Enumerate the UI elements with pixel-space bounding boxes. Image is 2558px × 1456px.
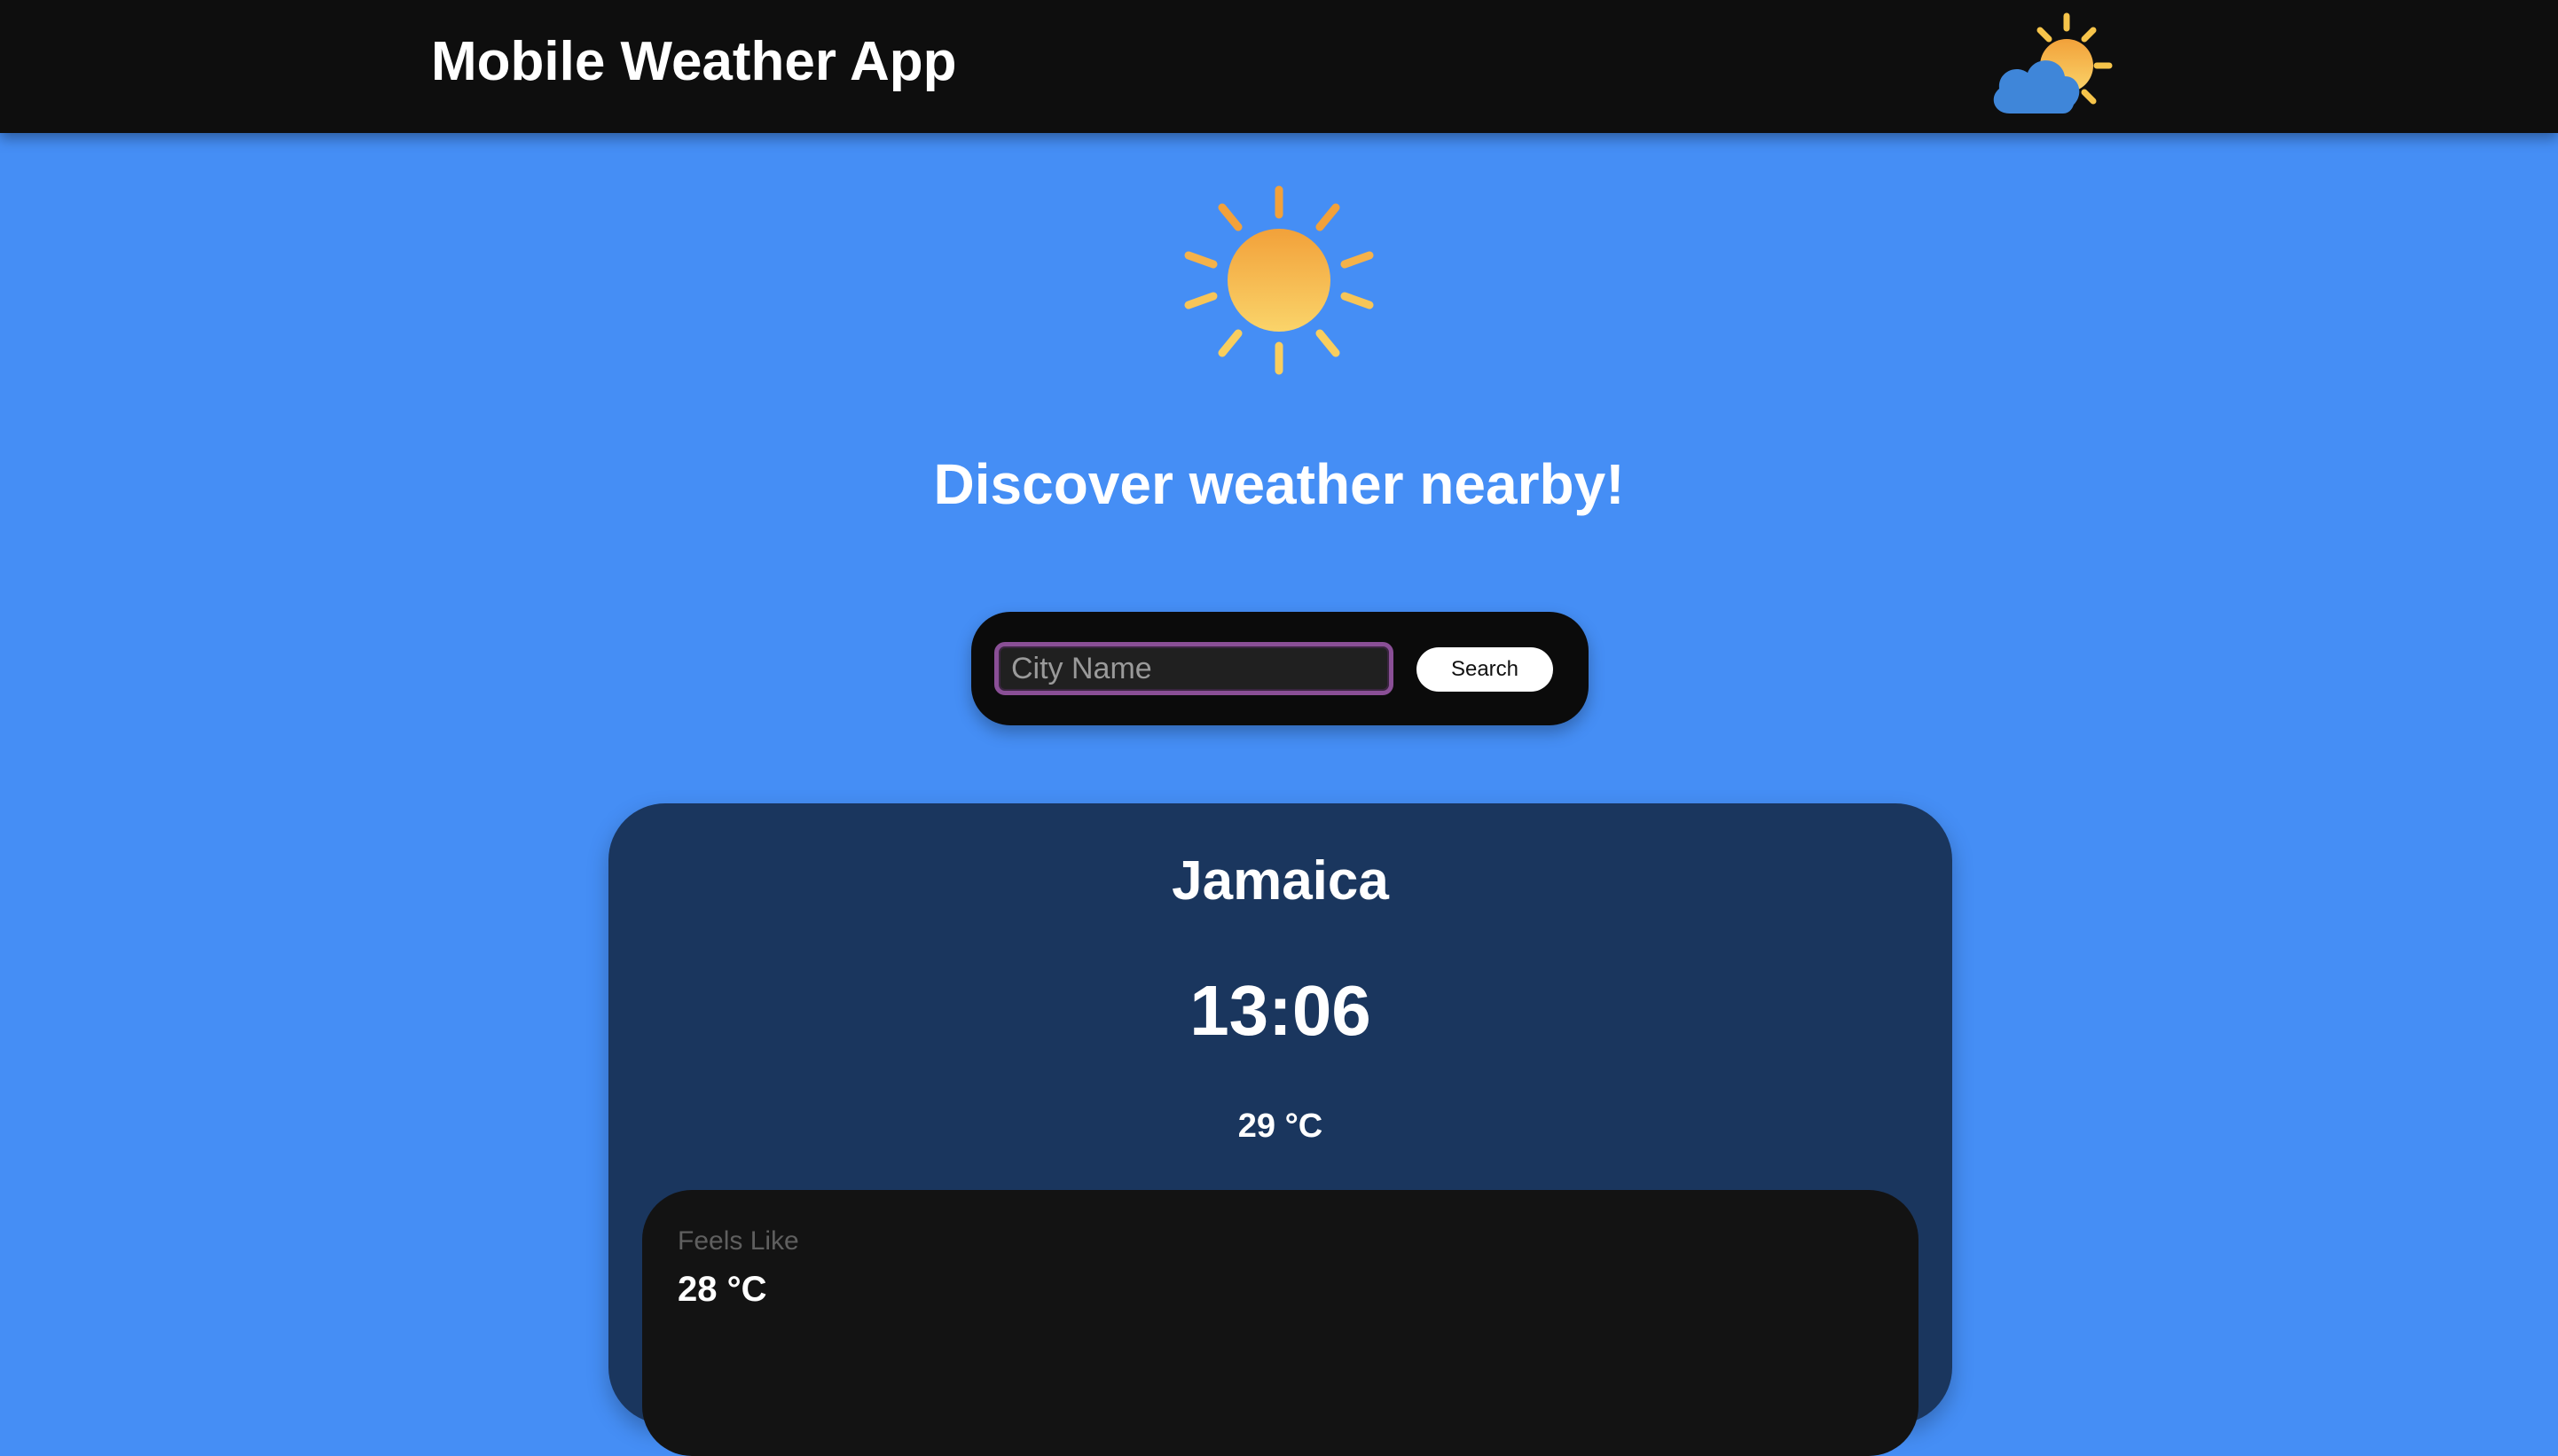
local-time: 13:06 (1189, 971, 1371, 1050)
weather-card: Jamaica 13:06 29 °C Feels Like 28 °C (608, 803, 1952, 1456)
feels-like-label: Feels Like (678, 1226, 799, 1256)
details-panel: Feels Like 28 °C (642, 1190, 1918, 1456)
app-header: Mobile Weather App (0, 0, 2558, 133)
city-search-input[interactable] (994, 642, 1393, 695)
search-bar: Search (971, 612, 1589, 725)
city-name: Jamaica (1172, 850, 1389, 912)
search-button[interactable]: Search (1416, 647, 1553, 692)
partly-cloudy-icon (1993, 12, 2113, 114)
feels-like-value: 28 °C (678, 1270, 767, 1309)
app-title: Mobile Weather App (431, 31, 957, 92)
temperature: 29 °C (1237, 1108, 1323, 1145)
tagline: Discover weather nearby! (933, 452, 1625, 516)
sun-icon (1184, 185, 1374, 375)
